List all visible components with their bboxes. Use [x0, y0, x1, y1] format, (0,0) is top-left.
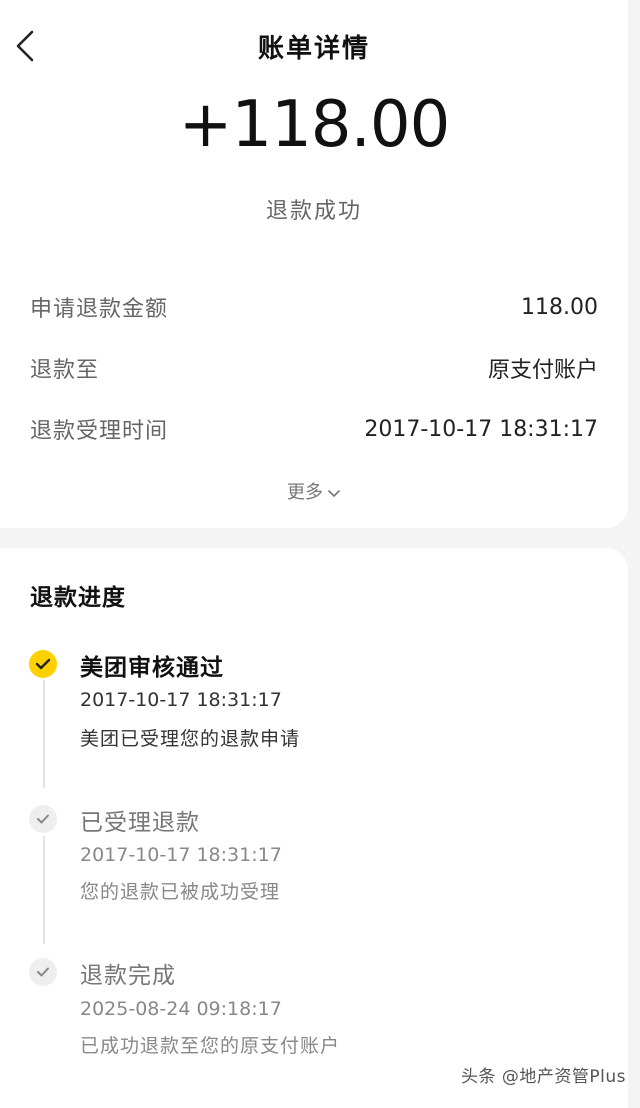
refund-amount: +118.00 — [178, 88, 451, 162]
detail-value: 原支付账户 — [487, 358, 598, 383]
step-description: 已成功退款至您的原支付账户 — [80, 1035, 341, 1057]
timeline-connector — [43, 836, 45, 944]
check-circle-icon — [29, 958, 57, 986]
watermark: 头条 @地产资管Plus — [460, 1067, 626, 1087]
step-title: 美团审核通过 — [80, 655, 224, 681]
more-label: 更多 — [287, 482, 323, 503]
step-time: 2017-10-17 18:31:17 — [80, 844, 282, 866]
step-description: 美团已受理您的退款申请 — [80, 728, 301, 750]
detail-label: 退款至 — [30, 358, 100, 383]
page-title: 账单详情 — [257, 34, 370, 64]
timeline-connector — [43, 680, 45, 788]
check-circle-icon — [29, 805, 57, 833]
step-time: 2025-08-24 09:18:17 — [80, 998, 282, 1020]
step-description: 您的退款已被成功受理 — [80, 881, 281, 903]
detail-row-apply-amount: 申请退款金额 118.00 — [30, 287, 598, 327]
more-button[interactable]: 更多 — [0, 478, 628, 504]
step-time: 2017-10-17 18:31:17 — [80, 689, 282, 711]
detail-label: 申请退款金额 — [30, 297, 169, 322]
detail-label: 退款受理时间 — [30, 419, 169, 444]
detail-row-accept-time: 退款受理时间 2017-10-17 18:31:17 — [30, 409, 598, 449]
detail-value: 2017-10-17 18:31:17 — [364, 416, 598, 442]
step-title: 已受理退款 — [80, 810, 200, 836]
chevron-down-icon — [327, 483, 341, 504]
refund-status: 退款成功 — [265, 199, 362, 224]
check-circle-filled-icon — [29, 650, 57, 678]
detail-value: 118.00 — [521, 294, 598, 320]
detail-row-refund-to: 退款至 原支付账户 — [30, 348, 598, 388]
progress-title: 退款进度 — [30, 585, 126, 611]
step-title: 退款完成 — [80, 963, 176, 989]
